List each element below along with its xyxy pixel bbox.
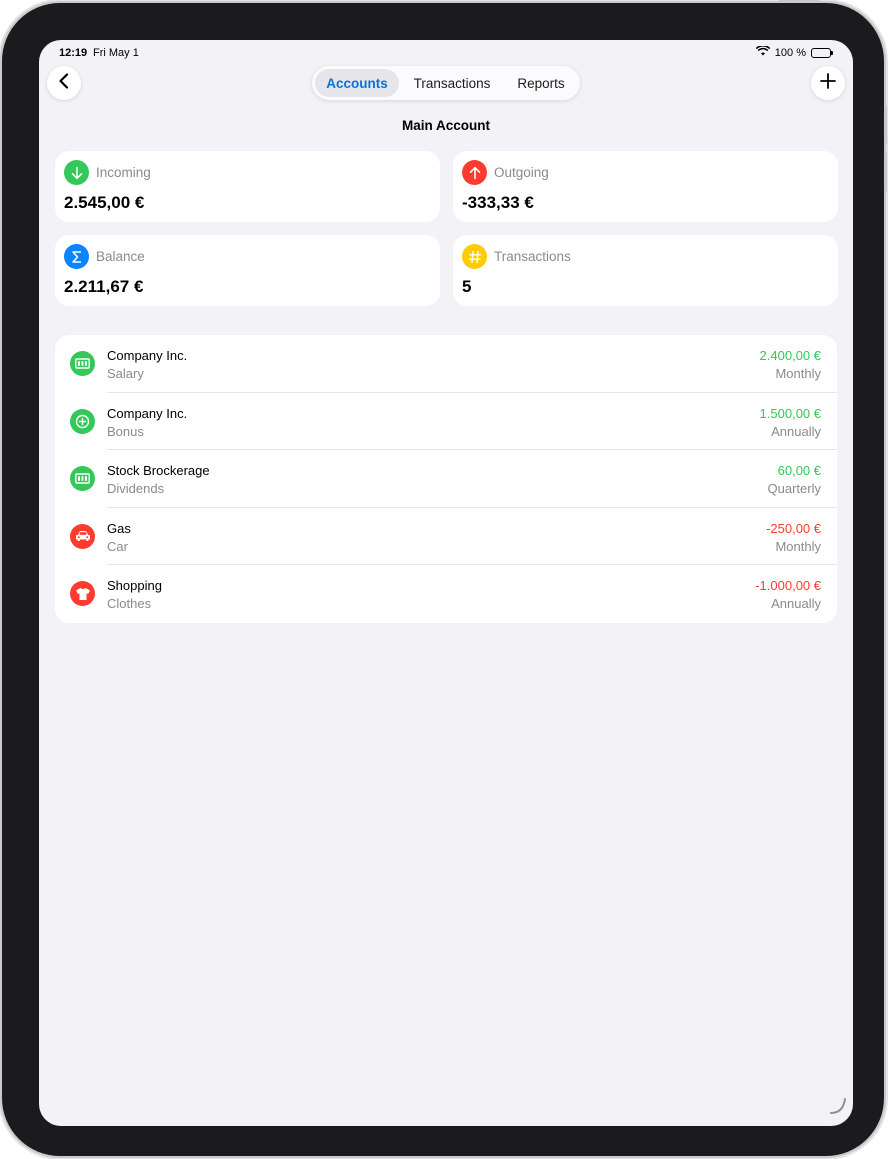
ipad-frame: 12:19 Fri May 1 100 % Accounts Transacti… <box>2 3 884 1156</box>
list-item[interactable]: Company Inc. Salary 2.400,00 € Monthly <box>55 335 837 393</box>
balance-label: Balance <box>96 249 145 264</box>
status-date: Fri May 1 <box>93 47 139 59</box>
arrow-up-icon <box>462 160 487 185</box>
incoming-card[interactable]: Incoming 2.545,00 € <box>55 151 440 222</box>
row-amount: 2.400,00 € <box>759 348 821 363</box>
status-bar: 12:19 Fri May 1 100 % <box>39 40 853 66</box>
resize-corner-icon[interactable] <box>829 1097 847 1120</box>
back-button[interactable] <box>47 66 81 100</box>
banknote-icon <box>70 351 95 376</box>
car-icon <box>70 523 95 549</box>
status-time: 12:19 <box>59 47 88 59</box>
row-title: Stock Brockerage <box>107 463 210 479</box>
tab-accounts[interactable]: Accounts <box>315 69 399 97</box>
chevron-left-icon <box>58 72 70 94</box>
transactions-value: 5 <box>462 277 472 296</box>
row-title: Gas <box>107 520 131 536</box>
arrow-down-icon <box>64 160 89 185</box>
tshirt-icon <box>70 581 95 607</box>
number-icon <box>462 244 487 269</box>
outgoing-label: Outgoing <box>494 165 549 180</box>
add-button[interactable] <box>811 66 845 100</box>
row-amount: -1.000,00 € <box>755 578 821 594</box>
row-title: Company Inc. <box>107 348 188 363</box>
transactions-card[interactable]: Transactions 5 <box>453 235 838 306</box>
list-item[interactable]: Gas Car -250,00 € Monthly <box>55 508 837 566</box>
incoming-value: 2.545,00 € <box>64 193 145 212</box>
volume-up-button <box>884 105 887 145</box>
row-subtitle: Car <box>107 538 128 554</box>
battery-icon <box>811 47 833 58</box>
wifi-icon <box>755 45 771 59</box>
plus-circle-icon <box>70 408 95 434</box>
status-indicators: 100 % <box>755 45 833 59</box>
row-title: Company Inc. <box>107 405 188 421</box>
row-title: Shopping <box>107 578 162 594</box>
row-amount: 1.500,00 € <box>759 405 821 421</box>
list-item[interactable]: Company Inc. Bonus 1.500,00 € Annually <box>55 393 837 451</box>
transactions-label: Transactions <box>494 249 571 264</box>
balance-card[interactable]: Balance 2.211,67 € <box>55 235 440 306</box>
tab-switcher: Accounts Transactions Reports <box>312 66 580 100</box>
row-subtitle: Clothes <box>107 596 152 612</box>
tab-reports[interactable]: Reports <box>505 69 577 97</box>
outgoing-value: -333,33 € <box>462 193 534 212</box>
incoming-label: Incoming <box>96 165 151 180</box>
row-subtitle: Dividends <box>107 481 165 497</box>
screen: 12:19 Fri May 1 100 % Accounts Transacti… <box>39 40 853 1126</box>
volume-down-button <box>884 152 887 192</box>
row-frequency: Annually <box>771 596 821 612</box>
row-subtitle: Bonus <box>107 423 144 439</box>
row-frequency: Monthly <box>775 538 821 554</box>
transaction-list: Company Inc. Salary 2.400,00 € Monthly C… <box>55 335 837 623</box>
row-subtitle: Salary <box>107 366 144 381</box>
row-frequency: Quarterly <box>767 481 821 497</box>
battery-percent: 100 % <box>774 46 806 59</box>
row-amount: -250,00 € <box>766 520 821 536</box>
top-button <box>778 0 820 3</box>
row-amount: 60,00 € <box>777 463 821 479</box>
outgoing-card[interactable]: Outgoing -333,33 € <box>453 151 838 222</box>
list-item[interactable]: Shopping Clothes -1.000,00 € Annually <box>55 565 837 623</box>
row-frequency: Monthly <box>775 366 821 381</box>
banknote-icon <box>70 466 95 492</box>
page-title: Main Account <box>401 118 490 133</box>
list-item[interactable]: Stock Brockerage Dividends 60,00 € Quart… <box>55 450 837 508</box>
sigma-icon <box>64 244 89 269</box>
plus-icon <box>820 72 836 94</box>
tab-transactions[interactable]: Transactions <box>399 69 505 97</box>
row-frequency: Annually <box>771 423 821 439</box>
balance-value: 2.211,67 € <box>64 277 144 296</box>
